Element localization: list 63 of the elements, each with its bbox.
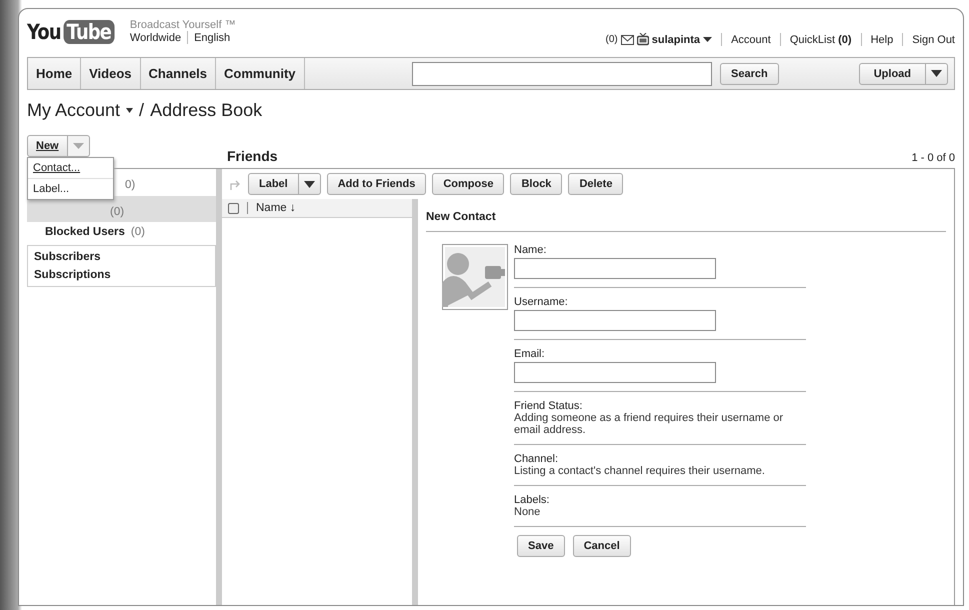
nav-tab[interactable]: Videos [81, 58, 141, 89]
form-button[interactable]: Save [517, 535, 565, 557]
inbox-count[interactable]: (0) [606, 34, 618, 45]
select-all-checkbox[interactable] [228, 202, 239, 214]
sidebar-link[interactable]: Subscriptions [34, 266, 209, 284]
item-count: (0) [110, 205, 124, 218]
field-label: Name: [514, 244, 548, 256]
label-button[interactable]: Label [248, 173, 299, 195]
toolbar-button[interactable]: Delete [568, 173, 624, 195]
caret-icon [931, 70, 942, 77]
arrow-icon [230, 178, 242, 190]
label-menu-button[interactable] [298, 173, 321, 195]
nav-tab[interactable]: Community [216, 58, 305, 89]
toolbar-button[interactable]: Compose [432, 173, 504, 195]
tagline: Broadcast Yourself ™ [130, 19, 236, 31]
header-link[interactable]: Sign Out [912, 34, 955, 46]
input-field[interactable] [514, 362, 716, 383]
search-field[interactable] [412, 62, 712, 86]
field-label: Username: [514, 296, 569, 308]
info-text: Listing a contact's channel requires their username. [514, 465, 766, 477]
menu-item[interactable]: Label... [28, 178, 113, 199]
field-label: Email: [514, 348, 546, 360]
info-text: None [514, 506, 542, 518]
nav-tab[interactable]: Channels [140, 58, 216, 89]
form-title: New Contact [426, 207, 946, 232]
sidebar-item[interactable]: Blocked Users (0) [27, 222, 216, 243]
sidebar-link[interactable]: Subscribers [34, 248, 209, 266]
upload-menu-button[interactable] [926, 62, 948, 84]
page-title: Address Book [150, 100, 262, 121]
breadcrumb-link[interactable]: My Account [27, 100, 120, 121]
input-field[interactable] [514, 258, 716, 279]
region-link[interactable]: Worldwide [130, 32, 182, 44]
search-button[interactable]: Search [720, 62, 779, 84]
caret-icon [304, 180, 315, 188]
section-title: Friends [227, 148, 278, 164]
menu-item[interactable]: Contact... [28, 158, 113, 178]
new-button[interactable]: New [27, 135, 68, 157]
form-button[interactable]: Cancel [572, 535, 631, 557]
header-link[interactable]: Account [731, 34, 771, 46]
item-count: (0) [130, 226, 145, 239]
header-link[interactable]: QuickList (0) [790, 34, 852, 46]
info-label: Labels: [514, 494, 550, 506]
column-header[interactable]: Name ↓ [247, 202, 296, 214]
upload-button[interactable]: Upload [858, 62, 926, 84]
nav-tab[interactable]: Home [28, 58, 82, 89]
avatar-drawing [442, 244, 508, 310]
pagination-text: 1 - 0 of 0 [912, 152, 955, 164]
info-label: Channel: [514, 453, 560, 465]
toolbar-button[interactable]: Block [510, 173, 562, 195]
caret-icon[interactable] [703, 36, 712, 42]
header-link[interactable]: Help [870, 34, 894, 46]
toolbar-button[interactable]: Add to Friends [326, 173, 426, 195]
input-field[interactable] [514, 310, 716, 331]
language-link[interactable]: English [194, 32, 230, 44]
caret-icon[interactable] [126, 108, 134, 113]
tv-icon[interactable] [636, 33, 649, 46]
envelope-icon[interactable] [620, 34, 634, 44]
info-label: Friend Status: [514, 400, 584, 412]
username-link[interactable]: sulapinta [652, 34, 700, 46]
sidebar-label: Blocked Users [45, 226, 125, 239]
caret-icon [72, 143, 84, 149]
breadcrumb-separator: / [139, 100, 144, 121]
info-text: Adding someone as a friend requires their username or email address. [514, 412, 784, 436]
